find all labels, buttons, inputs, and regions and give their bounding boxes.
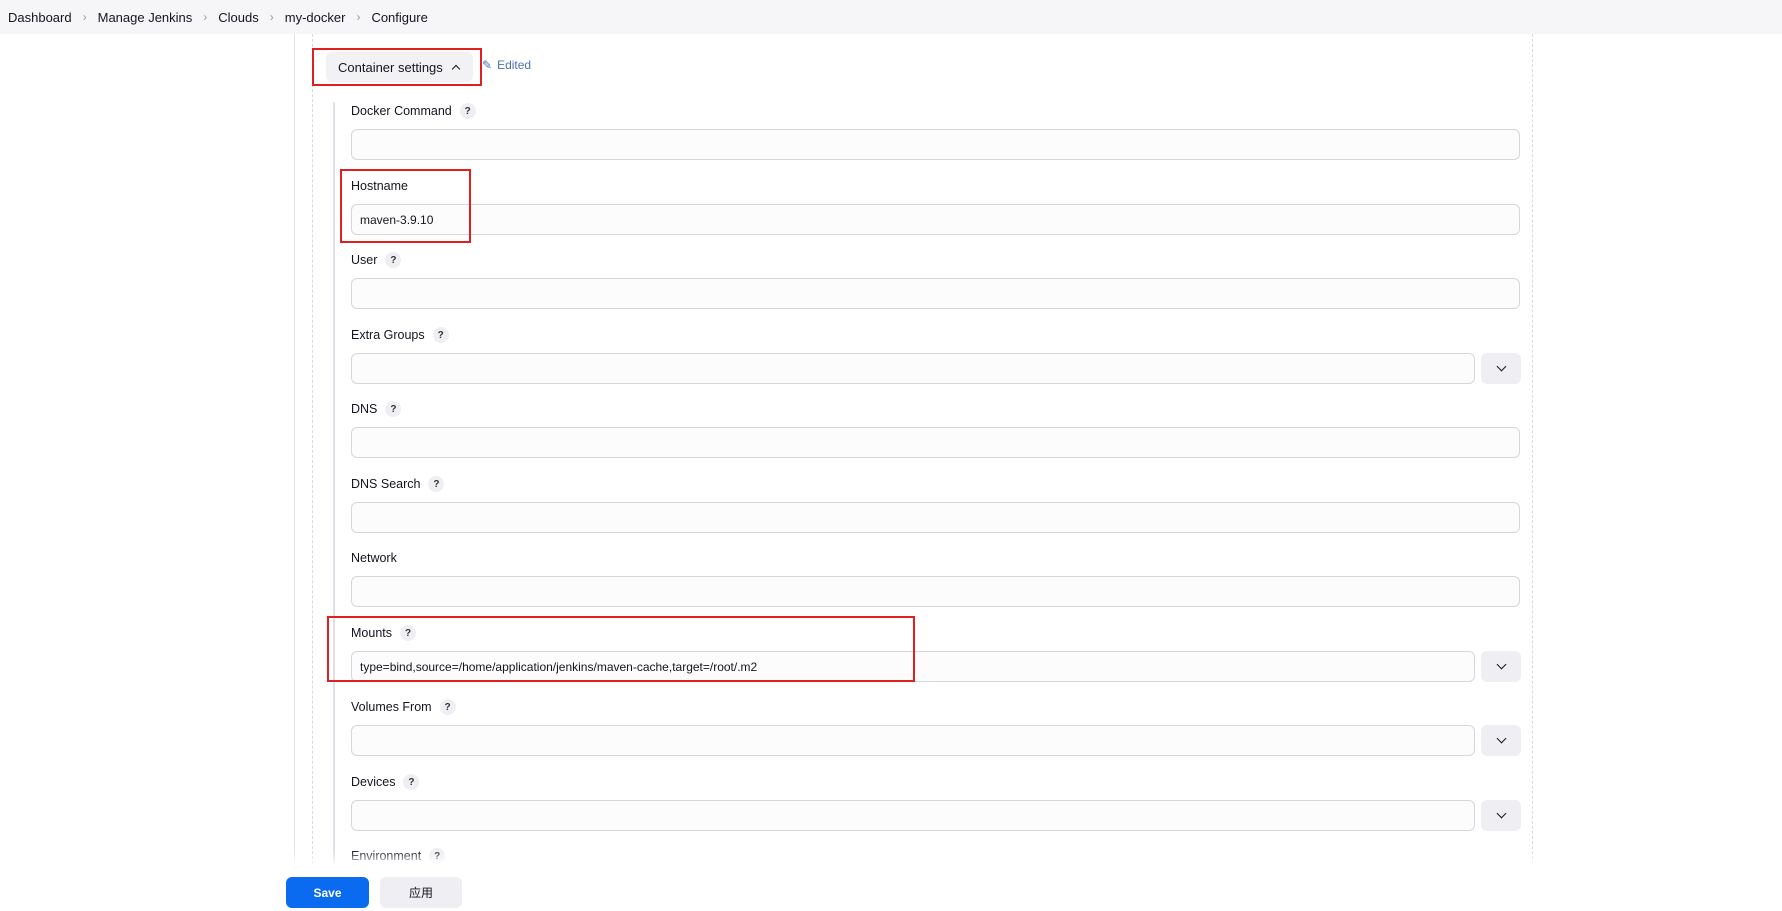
devices-dropdown-button[interactable] — [1481, 800, 1521, 831]
extra-groups-label: Extra Groups — [351, 328, 425, 342]
volumes-from-dropdown-button[interactable] — [1481, 725, 1521, 756]
extra-groups-input[interactable] — [351, 353, 1475, 384]
chevron-down-icon — [1496, 733, 1506, 744]
breadcrumb-configure[interactable]: Configure — [371, 10, 427, 25]
network-input[interactable] — [351, 576, 1520, 607]
dns-search-label: DNS Search — [351, 477, 421, 491]
container-settings-toggle[interactable]: Container settings — [326, 52, 473, 82]
docker-command-label: Docker Command — [351, 104, 452, 118]
bottom-action-bar — [270, 864, 1550, 911]
chevron-down-icon — [1496, 659, 1506, 670]
divider — [1532, 34, 1533, 864]
breadcrumb: Dashboard › Manage Jenkins › Clouds › my… — [0, 0, 1782, 34]
help-icon[interactable]: ? — [400, 625, 416, 641]
edited-indicator: ✎ Edited — [482, 58, 531, 72]
chevron-up-icon — [451, 64, 461, 73]
breadcrumb-my-docker[interactable]: my-docker — [285, 10, 346, 25]
dns-search-field: DNS Search ? — [351, 476, 1520, 533]
chevron-right-icon: › — [269, 10, 274, 24]
user-label: User — [351, 253, 378, 267]
chevron-right-icon: › — [203, 10, 208, 24]
mounts-field: Mounts ? type=bind,source=/home/applicat… — [351, 625, 1521, 682]
edited-label: Edited — [497, 58, 532, 72]
mounts-label: Mounts — [351, 626, 392, 640]
help-icon[interactable]: ? — [429, 848, 446, 864]
volumes-from-label: Volumes From — [351, 700, 432, 714]
devices-label: Devices — [351, 775, 396, 789]
docker-command-field: Docker Command ? — [351, 103, 1520, 160]
help-icon[interactable]: ? — [403, 774, 420, 790]
hostname-field: Hostname maven-3.9.10 — [351, 178, 1520, 235]
help-icon[interactable]: ? — [428, 476, 445, 492]
network-label: Network — [351, 551, 397, 565]
section-indent-rule — [333, 102, 335, 864]
chevron-right-icon: › — [356, 10, 361, 24]
divider — [312, 34, 313, 864]
environment-label: Environment — [351, 849, 422, 863]
volumes-from-field: Volumes From ? — [351, 699, 1521, 756]
chevron-down-icon — [1496, 808, 1506, 819]
help-icon[interactable]: ? — [459, 103, 476, 119]
breadcrumb-manage-jenkins[interactable]: Manage Jenkins — [98, 10, 193, 25]
user-input[interactable] — [351, 278, 1520, 309]
mounts-dropdown-button[interactable] — [1481, 651, 1521, 682]
section-title: Container settings — [338, 59, 443, 75]
devices-field: Devices ? — [351, 774, 1521, 831]
dns-input[interactable] — [351, 427, 1520, 458]
mounts-input[interactable]: type=bind,source=/home/application/jenki… — [351, 651, 1475, 682]
devices-input[interactable] — [351, 800, 1475, 831]
dns-field: DNS ? — [351, 401, 1520, 458]
hostname-input[interactable]: maven-3.9.10 — [351, 204, 1520, 235]
breadcrumb-dashboard[interactable]: Dashboard — [8, 10, 72, 25]
chevron-right-icon: › — [82, 10, 87, 24]
help-icon[interactable]: ? — [385, 252, 402, 268]
breadcrumb-clouds[interactable]: Clouds — [218, 10, 258, 25]
save-button[interactable]: Save — [286, 877, 369, 908]
docker-command-input[interactable] — [351, 129, 1520, 160]
pencil-icon: ✎ — [482, 58, 493, 72]
chevron-down-icon — [1496, 361, 1506, 372]
help-icon[interactable]: ? — [385, 401, 402, 417]
extra-groups-dropdown-button[interactable] — [1481, 353, 1521, 384]
hostname-label: Hostname — [351, 179, 408, 193]
dns-label: DNS — [351, 402, 378, 416]
extra-groups-field: Extra Groups ? — [351, 327, 1521, 384]
divider — [294, 34, 295, 864]
network-field: Network — [351, 550, 1520, 607]
apply-button[interactable]: 应用 — [380, 877, 462, 908]
help-icon[interactable]: ? — [439, 699, 456, 715]
help-icon[interactable]: ? — [432, 327, 449, 343]
user-field: User ? — [351, 252, 1520, 309]
dns-search-input[interactable] — [351, 502, 1520, 533]
environment-field: Environment ? — [351, 848, 446, 864]
volumes-from-input[interactable] — [351, 725, 1475, 756]
